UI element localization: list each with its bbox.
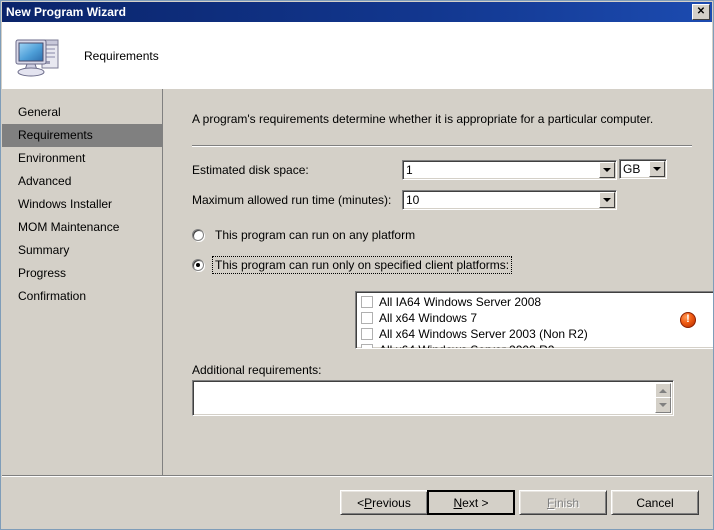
page-title: Requirements: [84, 48, 159, 63]
chevron-down-icon[interactable]: [599, 191, 615, 208]
intro-description: A program's requirements determine wheth…: [192, 112, 654, 126]
radio-specified-platforms-row[interactable]: This program can run only on specified c…: [192, 256, 513, 274]
platform-checkbox[interactable]: [361, 328, 373, 340]
cancel-button[interactable]: Cancel: [611, 490, 699, 515]
chevron-down-icon[interactable]: [649, 161, 665, 177]
sidebar-item-mom-maintenance[interactable]: MOM Maintenance: [2, 216, 162, 239]
additional-requirements-scrollbar[interactable]: [655, 383, 671, 413]
list-item-label: All IA64 Windows Server 2008: [379, 295, 542, 309]
finish-button-post: inish: [554, 495, 580, 510]
sidebar-item-advanced[interactable]: Advanced: [2, 170, 162, 193]
max-run-time-row: Maximum allowed run time (minutes): 10: [192, 189, 617, 210]
sidebar-item-general[interactable]: General: [2, 101, 162, 124]
list-item-label: All x64 Windows Server 2003 R2: [379, 343, 554, 348]
radio-specified-platforms-label: This program can run only on specified c…: [211, 256, 513, 274]
sidebar-item-requirements[interactable]: Requirements: [2, 124, 162, 147]
max-run-time-combo[interactable]: 10: [402, 189, 617, 210]
intro-separator: [192, 145, 692, 147]
estimated-disk-space-row: Estimated disk space: 1: [192, 159, 617, 180]
content-panel: A program's requirements determine wheth…: [164, 89, 713, 529]
title-bar: New Program Wizard ✕: [2, 2, 712, 22]
list-item[interactable]: All x64 Windows Server 2003 R2: [358, 342, 713, 348]
error-icon[interactable]: !: [680, 312, 696, 328]
finish-button-accel: F: [546, 495, 555, 510]
cancel-button-label: Cancel: [636, 495, 674, 510]
scroll-down-icon[interactable]: [655, 397, 671, 413]
additional-requirements-input[interactable]: [192, 380, 674, 416]
sidebar-item-progress[interactable]: Progress: [2, 262, 162, 285]
next-button[interactable]: Next >: [427, 490, 515, 515]
radio-any-platform-row[interactable]: This program can run on any platform: [192, 227, 417, 243]
error-icon-glyph: !: [686, 313, 690, 325]
close-icon[interactable]: ✕: [692, 4, 710, 20]
max-run-time-value: 10: [406, 192, 420, 207]
previous-button-post: revious: [372, 495, 411, 510]
platform-checkbox[interactable]: [361, 296, 373, 308]
estimated-disk-space-value: 1: [406, 162, 413, 177]
sidebar-item-environment[interactable]: Environment: [2, 147, 162, 170]
additional-requirements-label: Additional requirements:: [192, 363, 322, 377]
previous-button[interactable]: < Previous: [340, 490, 428, 515]
sidebar-item-confirmation[interactable]: Confirmation: [2, 285, 162, 308]
disk-space-unit-value: GB: [623, 162, 641, 176]
list-item[interactable]: All IA64 Windows Server 2008: [358, 294, 713, 310]
platform-checkbox[interactable]: [361, 344, 373, 348]
platform-listbox[interactable]: All IA64 Windows Server 2008 All x64 Win…: [355, 291, 713, 349]
sidebar-item-summary[interactable]: Summary: [2, 239, 162, 262]
platform-list-items: All IA64 Windows Server 2008 All x64 Win…: [358, 294, 713, 348]
dialog-body: General Requirements Environment Advance…: [2, 89, 713, 529]
wizard-steps-sidebar: General Requirements Environment Advance…: [2, 89, 163, 529]
footer-separator: [2, 475, 712, 477]
computer-icon: [12, 32, 64, 80]
estimated-disk-space-label: Estimated disk space:: [192, 162, 309, 177]
list-item-label: All x64 Windows Server 2003 (Non R2): [379, 327, 588, 341]
estimated-disk-space-combo[interactable]: 1: [402, 159, 617, 180]
dialog-footer: < Previous Next > Finish Cancel: [2, 475, 712, 529]
radio-any-platform[interactable]: [192, 229, 204, 241]
sidebar-item-windows-installer[interactable]: Windows Installer: [2, 193, 162, 216]
next-button-post: ext >: [462, 495, 489, 510]
chevron-down-icon[interactable]: [599, 161, 615, 178]
list-item[interactable]: All x64 Windows Server 2003 (Non R2): [358, 326, 713, 342]
list-item-label: All x64 Windows 7: [379, 311, 478, 325]
list-item[interactable]: All x64 Windows 7: [358, 310, 713, 326]
next-button-accel: N: [453, 495, 463, 510]
disk-space-unit-combo[interactable]: GB: [619, 159, 667, 179]
new-program-wizard-dialog: New Program Wizard ✕ Requirements Genera…: [0, 0, 714, 530]
window-title: New Program Wizard: [6, 5, 126, 19]
previous-button-accel: P: [364, 495, 373, 510]
platform-checkbox[interactable]: [361, 312, 373, 324]
radio-specified-platforms[interactable]: [192, 259, 204, 271]
radio-any-platform-label: This program can run on any platform: [215, 228, 416, 242]
previous-button-pre: <: [357, 495, 365, 510]
finish-button: Finish: [519, 490, 607, 515]
wizard-header: Requirements: [2, 22, 712, 89]
max-run-time-label: Maximum allowed run time (minutes):: [192, 192, 392, 207]
